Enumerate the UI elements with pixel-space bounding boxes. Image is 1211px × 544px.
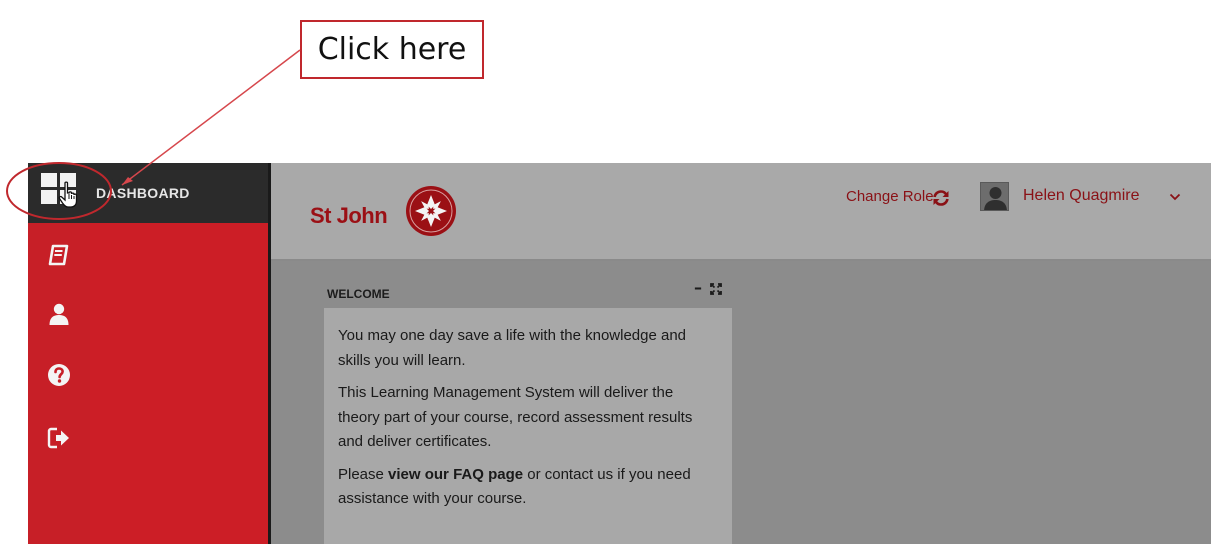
minimize-button[interactable]: – — [694, 278, 702, 297]
top-header: St John Change Role Helen Quagmire — [271, 163, 1211, 261]
welcome-paragraph-3: Please view our FAQ page or contact us i… — [338, 465, 691, 508]
app-window: DASHBOARD St John Change Role Helen Quag… — [28, 163, 1211, 544]
dashboard-grid-icon[interactable] — [41, 173, 78, 208]
user-name-menu[interactable]: Helen Quagmire — [1023, 187, 1140, 205]
main-content: St John Change Role Helen Quagmire WELCO… — [271, 163, 1211, 544]
chevron-down-icon[interactable] — [1169, 193, 1181, 201]
change-role-link[interactable]: Change Role — [846, 188, 934, 205]
expand-icon[interactable] — [710, 283, 722, 295]
user-icon[interactable] — [47, 302, 71, 326]
refresh-icon[interactable] — [932, 189, 950, 207]
user-avatar-icon — [984, 187, 1007, 210]
welcome-paragraph-2: This Learning Management System will del… — [338, 384, 693, 450]
avatar[interactable] — [980, 182, 1009, 211]
sidebar-item-dashboard[interactable]: DASHBOARD — [96, 185, 190, 201]
welcome-widget-body: You may one day save a life with the kno… — [324, 308, 732, 544]
help-icon[interactable] — [47, 363, 71, 387]
welcome-widget-title: WELCOME — [327, 287, 390, 301]
welcome-paragraph-1: You may one day save a life with the kno… — [338, 327, 687, 369]
hand-cursor-icon — [58, 181, 78, 208]
brand-logo-text: St John — [310, 203, 388, 228]
logout-icon[interactable] — [47, 426, 71, 450]
click-here-callout: Click here — [300, 20, 484, 79]
book-icon[interactable] — [47, 243, 71, 267]
callout-text: Click here — [317, 32, 467, 67]
faq-link[interactable]: view our FAQ page — [388, 466, 523, 483]
st-john-cross-logo[interactable] — [405, 185, 457, 237]
